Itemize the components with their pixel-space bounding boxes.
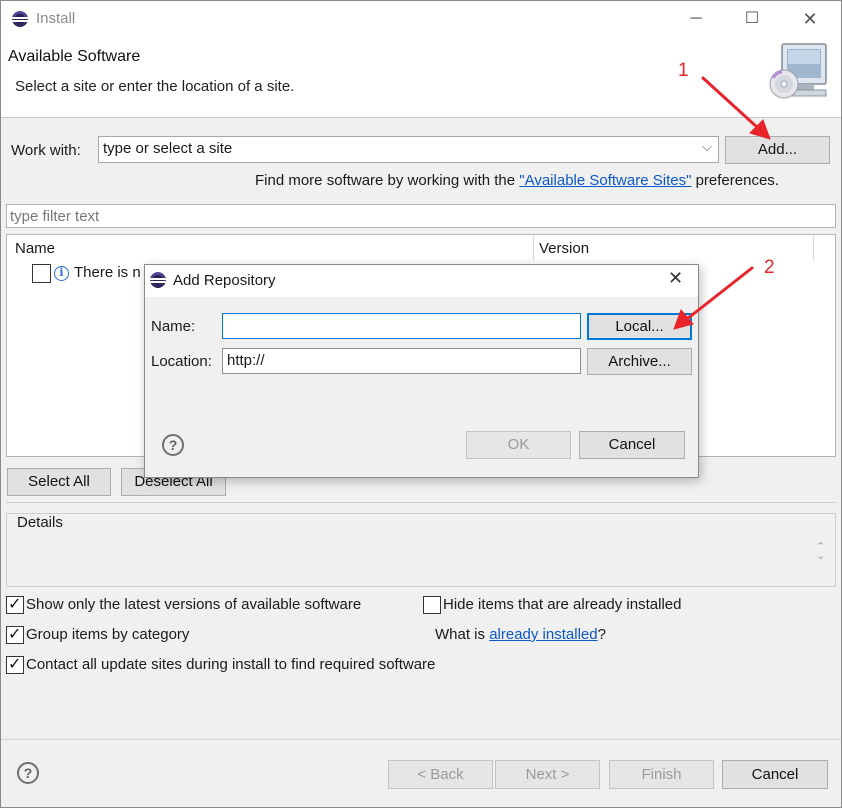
finish-button[interactable]: Finish <box>609 760 714 789</box>
ok-button[interactable]: OK <box>466 431 571 459</box>
add-button[interactable]: Add... <box>725 136 830 164</box>
show-latest-checkbox[interactable] <box>6 594 24 614</box>
install-monitor-icon <box>769 43 827 99</box>
page-subtitle: Select a site or enter the location of a… <box>15 78 295 95</box>
work-with-combo[interactable]: type or select a site ⌵ <box>98 136 719 163</box>
help-icon[interactable]: ? <box>17 762 39 784</box>
archive-button[interactable]: Archive... <box>587 348 692 375</box>
name-field[interactable] <box>222 313 581 339</box>
dialog-cancel-button[interactable]: Cancel <box>579 431 685 459</box>
minimize-icon[interactable]: ─ <box>673 6 719 32</box>
hide-installed-checkbox[interactable] <box>423 596 441 614</box>
contact-all-label[interactable]: Contact all update sites during install … <box>26 656 435 673</box>
eclipse-icon <box>150 272 166 288</box>
cancel-button[interactable]: Cancel <box>722 760 828 789</box>
what-is-suffix: ? <box>597 626 606 643</box>
sites-hint: Find more software by working with the "… <box>255 172 779 189</box>
sites-hint-prefix: Find more software by working with the <box>255 172 520 189</box>
footer-separator <box>1 739 841 740</box>
dialog-title: Add Repository <box>173 272 276 289</box>
column-header-version[interactable]: Version <box>539 240 589 257</box>
group-by-category-checkbox[interactable] <box>6 624 24 644</box>
filter-placeholder: type filter text <box>10 208 100 225</box>
next-button[interactable]: Next > <box>495 760 600 789</box>
group-by-category-label[interactable]: Group items by category <box>26 626 189 643</box>
column-divider <box>813 235 814 261</box>
info-icon: i <box>54 266 69 281</box>
back-button[interactable]: < Back <box>388 760 493 789</box>
table-row-text: There is n <box>74 264 141 281</box>
available-sites-link[interactable]: "Available Software Sites" <box>519 172 691 189</box>
local-button[interactable]: Local... <box>587 313 692 340</box>
dialog-close-icon[interactable]: ✕ <box>668 268 683 289</box>
what-is-prefix: What is <box>435 626 490 643</box>
show-latest-label[interactable]: Show only the latest versions of availab… <box>26 596 361 613</box>
work-with-label: Work with: <box>11 142 81 159</box>
window-title: Install <box>36 10 76 27</box>
filter-input[interactable]: type filter text <box>6 204 836 228</box>
already-installed-link[interactable]: already installed <box>489 626 597 643</box>
maximize-icon[interactable]: ☐ <box>729 6 775 32</box>
annotation-number-1: 1 <box>678 60 689 81</box>
select-all-button[interactable]: Select All <box>7 468 111 496</box>
details-label: Details <box>15 514 65 531</box>
eclipse-icon <box>12 11 28 27</box>
dialog-help-icon[interactable]: ? <box>162 434 184 456</box>
column-divider <box>533 235 534 261</box>
details-separator <box>6 502 836 503</box>
details-panel <box>6 513 836 587</box>
scroll-arrows-icon[interactable]: ⌃ ⌄ <box>816 542 825 562</box>
location-value: http:// <box>227 352 265 369</box>
hide-installed-label[interactable]: Hide items that are already installed <box>443 596 681 613</box>
what-is-installed: What is already installed? <box>435 626 606 643</box>
location-field[interactable]: http:// <box>222 348 581 374</box>
sites-hint-suffix: preferences. <box>691 172 779 189</box>
location-label: Location: <box>151 353 212 370</box>
page-title: Available Software <box>8 48 141 65</box>
close-icon[interactable]: ✕ <box>787 6 833 32</box>
annotation-number-2: 2 <box>764 257 775 278</box>
chevron-down-icon[interactable]: ⌵ <box>702 139 712 155</box>
name-label: Name: <box>151 318 196 335</box>
row-checkbox[interactable] <box>32 264 51 283</box>
contact-all-checkbox[interactable] <box>6 654 24 674</box>
column-header-name[interactable]: Name <box>15 240 55 257</box>
work-with-value: type or select a site <box>103 140 233 157</box>
